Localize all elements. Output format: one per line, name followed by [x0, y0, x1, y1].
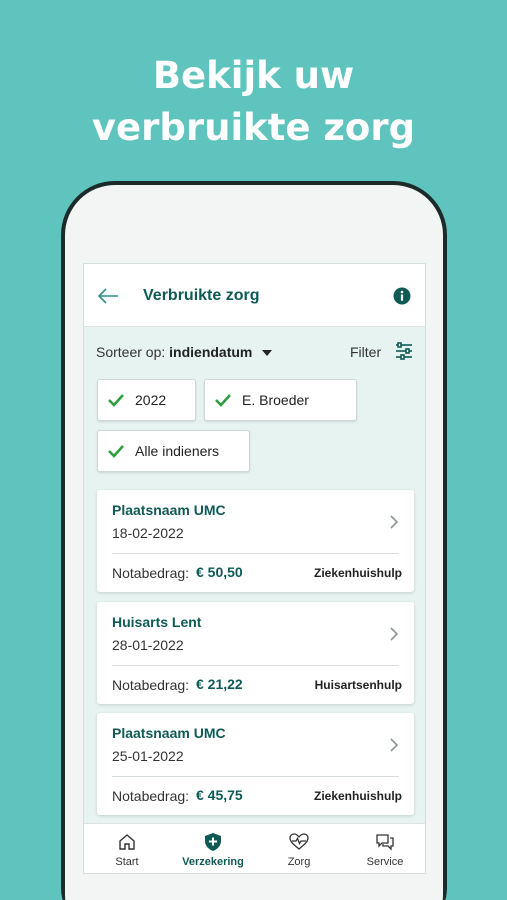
promo-headline: Bekijk uw verbruikte zorg [0, 50, 507, 154]
claim-type: Huisartsenhulp [314, 678, 402, 692]
sort-value: indiendatum [169, 344, 253, 360]
claim-card[interactable]: Plaatsnaam UMC 18-02-2022 Notabedrag: € … [97, 490, 414, 592]
caret-down-icon [262, 350, 273, 357]
nav-service[interactable]: Service [342, 824, 425, 873]
claim-date: 28-01-2022 [112, 637, 184, 653]
amount-label: Notabedrag: [112, 788, 190, 804]
claim-card[interactable]: Huisarts Lent 28-01-2022 Notabedrag: € 2… [97, 602, 414, 704]
claim-type: Ziekenhuishulp [313, 789, 402, 803]
back-arrow-icon[interactable] [96, 286, 120, 306]
chip-insured-person[interactable]: E. Broeder [204, 379, 357, 421]
nav-label: Start [115, 856, 139, 868]
nav-label: Service [366, 856, 404, 868]
divider [112, 776, 399, 777]
amount-label: Notabedrag: [112, 565, 190, 581]
sort-label: Sorteer op: [96, 344, 166, 360]
claim-provider: Plaatsnaam UMC [112, 725, 226, 741]
chip-year[interactable]: 2022 [97, 379, 196, 421]
divider [112, 665, 399, 666]
nav-label: Zorg [287, 856, 311, 868]
nav-label: Verzekering [182, 856, 244, 868]
divider [112, 553, 399, 554]
bottom-navigation: Start Verzekering Zorg Service [84, 823, 425, 873]
claim-amount: € 21,22 [196, 676, 243, 692]
promo-headline-line-1: Bekijk uw [152, 54, 355, 97]
claim-provider: Huisarts Lent [112, 614, 202, 630]
app-screen: Verbruikte zorg Sorteer op: indiendatum … [83, 263, 426, 874]
chip-label: 2022 [135, 392, 167, 408]
chip-label: Alle indieners [135, 443, 220, 459]
claim-amount: € 45,75 [196, 787, 243, 803]
chevron-right-icon [390, 738, 399, 752]
info-icon[interactable] [393, 287, 411, 305]
checkmark-icon [108, 394, 124, 407]
amount-label: Notabedrag: [112, 677, 190, 693]
claim-type: Ziekenhuishulp [313, 566, 402, 580]
checkmark-icon [108, 445, 124, 458]
heartbeat-icon [289, 833, 309, 850]
promo-headline-line-2: verbruikte zorg [91, 106, 416, 149]
sliders-icon[interactable] [395, 342, 413, 360]
chevron-right-icon [390, 515, 399, 529]
sort-dropdown[interactable]: Sorteer op: indiendatum [96, 344, 273, 360]
chip-label: E. Broeder [242, 392, 309, 408]
shield-plus-icon [205, 833, 221, 851]
app-bar: Verbruikte zorg [84, 264, 425, 327]
claim-card[interactable]: Plaatsnaam UMC 25-01-2022 Notabedrag: € … [97, 713, 414, 815]
chip-submitters[interactable]: Alle indieners [97, 430, 250, 472]
checkmark-icon [215, 394, 231, 407]
chevron-right-icon [390, 627, 399, 641]
claim-date: 25-01-2022 [112, 748, 184, 764]
claim-amount: € 50,50 [196, 564, 243, 580]
nav-start[interactable]: Start [84, 824, 170, 873]
claim-provider: Plaatsnaam UMC [112, 502, 226, 518]
nav-verzekering[interactable]: Verzekering [170, 824, 256, 873]
nav-zorg[interactable]: Zorg [256, 824, 342, 873]
chat-icon [376, 834, 394, 851]
home-icon [119, 834, 135, 850]
claim-date: 18-02-2022 [112, 525, 184, 541]
page-title: Verbruikte zorg [143, 287, 260, 304]
filter-button[interactable]: Filter [350, 344, 381, 360]
